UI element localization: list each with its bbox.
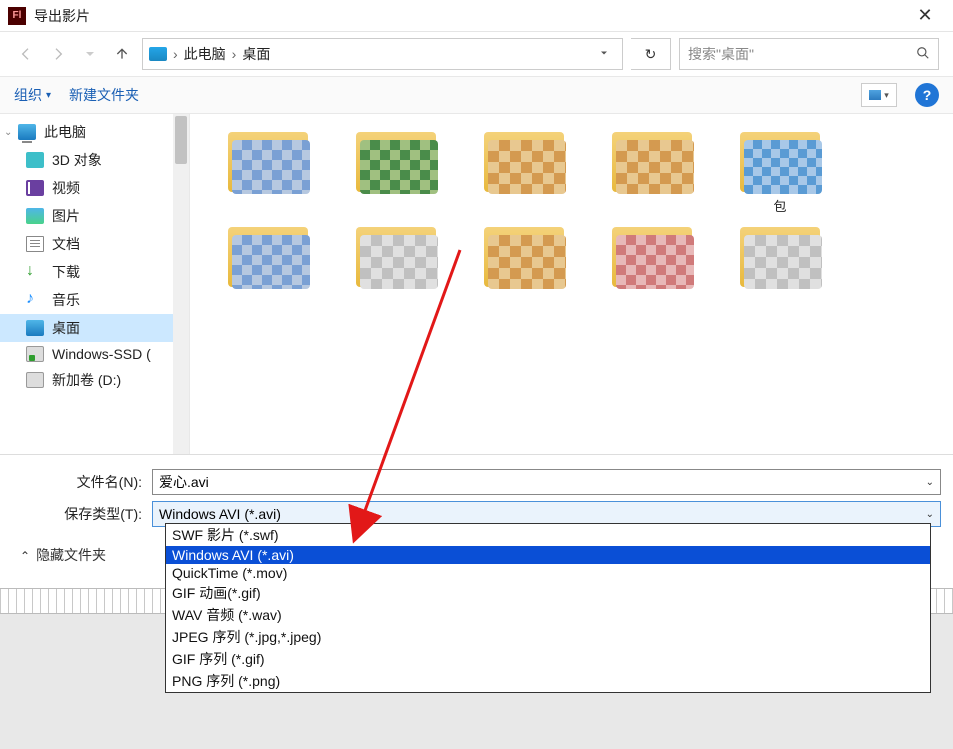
sidebar-scrollbar[interactable] xyxy=(173,114,189,454)
search-input[interactable]: 搜索"桌面" xyxy=(679,38,939,70)
savetype-dropdown-list: SWF 影片 (*.swf) Windows AVI (*.avi) Quick… xyxy=(165,523,931,693)
titlebar: Fl 导出影片 ✕ xyxy=(0,0,953,32)
app-icon: Fl xyxy=(8,7,26,25)
sidebar-item-this-pc[interactable]: ⌄此电脑 xyxy=(0,118,189,146)
sidebar-item-downloads[interactable]: 下载 xyxy=(0,258,189,286)
chevron-down-icon: ⌄ xyxy=(926,509,934,520)
new-folder-button[interactable]: 新建文件夹 xyxy=(69,85,139,105)
folder-item[interactable] xyxy=(342,132,450,215)
navbar: › 此电脑 › 桌面 ↻ 搜索"桌面" xyxy=(0,32,953,76)
savetype-label: 保存类型(T): xyxy=(12,504,142,524)
savetype-option-jpeg-seq[interactable]: JPEG 序列 (*.jpg,*.jpeg) xyxy=(166,626,930,648)
up-button[interactable] xyxy=(110,42,134,66)
forward-button[interactable] xyxy=(46,42,70,66)
pc-icon xyxy=(149,47,167,61)
filename-label: 文件名(N): xyxy=(12,472,142,492)
sidebar: ⌄此电脑 3D 对象 视频 图片 文档 下载 音乐 桌面 Windows-SSD… xyxy=(0,114,190,454)
savetype-option-png-seq[interactable]: PNG 序列 (*.png) xyxy=(166,670,930,692)
organize-menu[interactable]: 组织▾ xyxy=(14,85,51,105)
folder-item[interactable] xyxy=(342,227,450,307)
help-button[interactable]: ? xyxy=(915,83,939,107)
sidebar-item-music[interactable]: 音乐 xyxy=(0,286,189,314)
folder-item[interactable] xyxy=(470,132,578,215)
folder-item[interactable] xyxy=(470,227,578,307)
main-area: ⌄此电脑 3D 对象 视频 图片 文档 下载 音乐 桌面 Windows-SSD… xyxy=(0,114,953,454)
save-panel: 文件名(N): 爱心.avi ⌄ 保存类型(T): Windows AVI (*… xyxy=(0,454,953,571)
folder-item[interactable] xyxy=(214,227,322,307)
sidebar-item-3d-objects[interactable]: 3D 对象 xyxy=(0,146,189,174)
savetype-option-swf[interactable]: SWF 影片 (*.swf) xyxy=(166,524,930,546)
folder-item[interactable] xyxy=(598,227,706,307)
folder-item[interactable]: 包 xyxy=(726,132,834,215)
sidebar-item-new-volume-d[interactable]: 新加卷 (D:) xyxy=(0,366,189,394)
address-dropdown[interactable] xyxy=(592,46,616,62)
close-button[interactable]: ✕ xyxy=(905,5,945,26)
breadcrumb-sep: › xyxy=(232,46,237,62)
folder-item[interactable] xyxy=(598,132,706,215)
hide-folders-toggle[interactable]: 隐藏文件夹 xyxy=(20,545,106,565)
file-list: 包 xyxy=(190,114,953,454)
breadcrumb-sep: › xyxy=(173,46,178,62)
back-button[interactable] xyxy=(14,42,38,66)
sidebar-item-documents[interactable]: 文档 xyxy=(0,230,189,258)
breadcrumb-root[interactable]: 此电脑 xyxy=(184,44,226,64)
folder-item[interactable] xyxy=(214,132,322,215)
savetype-option-avi[interactable]: Windows AVI (*.avi) xyxy=(166,546,930,564)
sidebar-item-pictures[interactable]: 图片 xyxy=(0,202,189,230)
sidebar-item-windows-ssd[interactable]: Windows-SSD ( xyxy=(0,342,189,366)
savetype-option-wav[interactable]: WAV 音频 (*.wav) xyxy=(166,604,930,626)
savetype-option-gif-seq[interactable]: GIF 序列 (*.gif) xyxy=(166,648,930,670)
recent-dropdown[interactable] xyxy=(78,42,102,66)
search-placeholder: 搜索"桌面" xyxy=(688,44,754,64)
toolbar: 组织▾ 新建文件夹 ▾ ? xyxy=(0,76,953,114)
window-title: 导出影片 xyxy=(34,6,905,26)
filename-input[interactable]: 爱心.avi ⌄ xyxy=(152,469,941,495)
folder-item[interactable] xyxy=(726,227,834,307)
search-icon xyxy=(916,46,930,63)
sidebar-item-desktop[interactable]: 桌面 xyxy=(0,314,189,342)
address-bar[interactable]: › 此电脑 › 桌面 xyxy=(142,38,623,70)
sidebar-item-videos[interactable]: 视频 xyxy=(0,174,189,202)
savetype-option-gif-anim[interactable]: GIF 动画(*.gif) xyxy=(166,582,930,604)
view-mode-button[interactable]: ▾ xyxy=(861,83,897,107)
savetype-option-mov[interactable]: QuickTime (*.mov) xyxy=(166,564,930,582)
refresh-button[interactable]: ↻ xyxy=(631,38,671,70)
filename-dropdown-icon[interactable]: ⌄ xyxy=(926,477,934,488)
breadcrumb-folder[interactable]: 桌面 xyxy=(242,44,270,64)
